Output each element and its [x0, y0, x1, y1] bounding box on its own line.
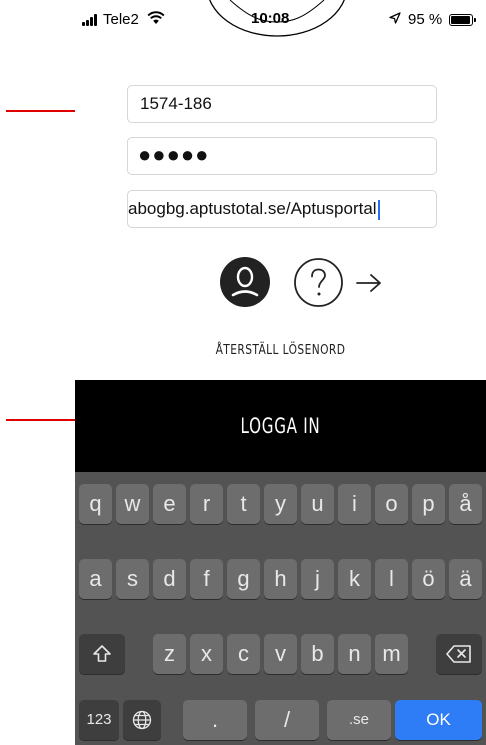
login-button[interactable]: LOGGA IN: [75, 380, 486, 472]
key-ö[interactable]: ö: [412, 559, 445, 599]
help-icon[interactable]: [293, 257, 344, 308]
key-o[interactable]: o: [375, 484, 408, 524]
key-u[interactable]: u: [301, 484, 334, 524]
text-cursor: [377, 199, 380, 220]
on-screen-keyboard: qwertyuiopå asdfghjklöä zxcvbnm 123 . / …: [75, 472, 486, 745]
user-icon[interactable]: [220, 257, 270, 307]
wifi-icon: [147, 11, 165, 24]
icon-row: [75, 255, 486, 315]
phone-screen: Tele2 10:08 95 % 1574-186 ●●●●● abogbg.a…: [75, 0, 486, 745]
key-y[interactable]: y: [264, 484, 297, 524]
key-x[interactable]: x: [190, 634, 223, 674]
key-q[interactable]: q: [79, 484, 112, 524]
key-v[interactable]: v: [264, 634, 297, 674]
key-ä[interactable]: ä: [449, 559, 482, 599]
period-key[interactable]: .: [183, 700, 247, 740]
key-j[interactable]: j: [301, 559, 334, 599]
key-c[interactable]: c: [227, 634, 260, 674]
reset-password-link[interactable]: ÅTERSTÄLL LÖSENORD: [112, 343, 449, 358]
key-n[interactable]: n: [338, 634, 371, 674]
key-t[interactable]: t: [227, 484, 260, 524]
signal-icon: [82, 14, 100, 26]
globe-key[interactable]: [123, 700, 161, 740]
slash-key[interactable]: /: [255, 700, 319, 740]
key-b[interactable]: b: [301, 634, 334, 674]
status-bar: Tele2 10:08 95 %: [75, 0, 486, 40]
password-field[interactable]: ●●●●●: [127, 137, 437, 175]
shift-icon: [93, 645, 111, 662]
key-k[interactable]: k: [338, 559, 371, 599]
username-field[interactable]: 1574-186: [127, 85, 437, 123]
key-m[interactable]: m: [375, 634, 408, 674]
portal-url-field[interactable]: abogbg.aptustotal.se/Aptusportal: [127, 190, 437, 228]
carrier-name: Tele2: [103, 11, 139, 28]
key-h[interactable]: h: [264, 559, 297, 599]
key-i[interactable]: i: [338, 484, 371, 524]
backspace-icon: [446, 645, 471, 663]
key-r[interactable]: r: [190, 484, 223, 524]
location-icon: [389, 12, 401, 24]
shift-key[interactable]: [79, 634, 125, 674]
battery-percentage: 95 %: [408, 11, 443, 28]
key-z[interactable]: z: [153, 634, 186, 674]
arrow-right-icon[interactable]: [355, 272, 383, 294]
battery-icon: [449, 14, 476, 26]
globe-icon: [132, 710, 152, 730]
key-g[interactable]: g: [227, 559, 260, 599]
key-s[interactable]: s: [116, 559, 149, 599]
key-p[interactable]: p: [412, 484, 445, 524]
key-f[interactable]: f: [190, 559, 223, 599]
key-d[interactable]: d: [153, 559, 186, 599]
ok-key[interactable]: OK: [395, 700, 482, 740]
backspace-key[interactable]: [436, 634, 482, 674]
key-l[interactable]: l: [375, 559, 408, 599]
key-å[interactable]: å: [449, 484, 482, 524]
clock: 10:08: [251, 10, 290, 27]
user-silhouette-icon: [231, 266, 259, 297]
key-a[interactable]: a: [79, 559, 112, 599]
login-button-label: LOGGA IN: [240, 414, 321, 438]
domain-key[interactable]: .se: [327, 700, 391, 740]
key-w[interactable]: w: [116, 484, 149, 524]
numbers-key[interactable]: 123: [79, 700, 119, 740]
portal-url-text: abogbg.aptustotal.se/Aptusportal: [128, 199, 377, 218]
key-e[interactable]: e: [153, 484, 186, 524]
